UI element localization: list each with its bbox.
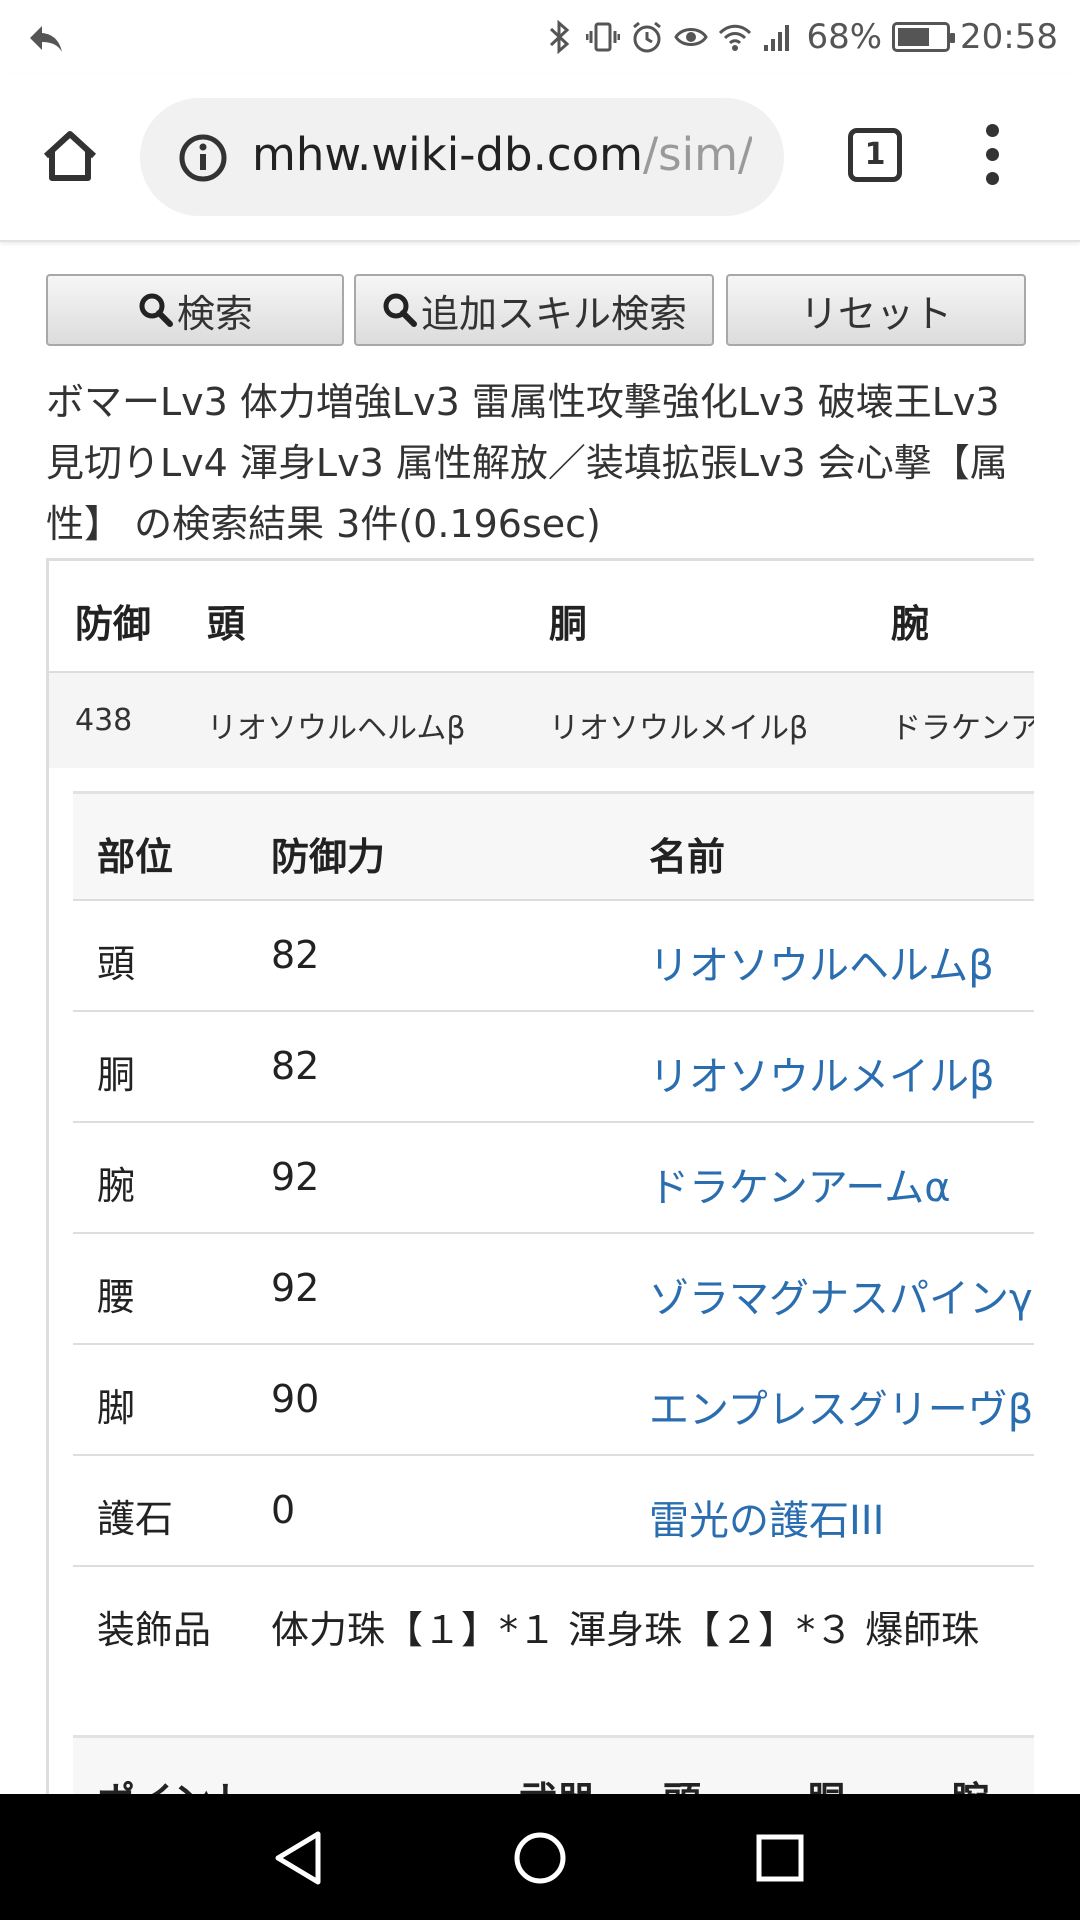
summary-body: リオソウルメイルβ [549,711,809,746]
button-row: 検索 追加スキル検索 リセット [46,274,1026,346]
defense-cell: 92 [271,1266,320,1310]
address-bar[interactable]: mhw.wiki-db.com/sim/# [140,98,784,216]
defense-cell: 0 [271,1488,296,1532]
decorations-label: 装飾品 [97,1608,212,1652]
back-arrow-icon [30,26,62,52]
nav-back-icon[interactable] [270,1830,330,1886]
armor-name-link[interactable]: ドラケンアームα [649,1155,951,1213]
armor-name-link[interactable]: ゾラマグナスパインγ [649,1266,1033,1324]
clock: 20:58 [960,17,1058,57]
battery-icon [892,22,956,52]
url-text[interactable]: mhw.wiki-db.com/sim/# [252,128,752,181]
search-icon [139,293,173,327]
part-cell: 腕 [97,1164,136,1208]
alarm-icon [633,21,662,53]
points-header-body: 胴 [807,1770,845,1794]
points-header-point: ポイント [97,1770,249,1794]
search-button[interactable]: 検索 [46,274,344,346]
defense-cell: 92 [271,1155,320,1199]
defense-cell: 82 [271,933,320,977]
table-row: 護石 0 雷光の護石III [73,1456,1034,1567]
summary-head: リオソウルヘルムβ [207,711,466,746]
armor-name-link[interactable]: リオソウルメイルβ [649,1044,995,1102]
detail-header-part: 部位 [97,835,174,879]
result-table: 防御 頭 胴 腕 438 リオソウルヘルムβ リオソウルメイルβ ドラケンア 部… [46,558,1034,1794]
part-cell: 頭 [97,942,136,986]
summary-row[interactable]: 438 リオソウルヘルムβ リオソウルメイルβ ドラケンア [49,673,1034,768]
url-path: /sim/# [642,128,752,181]
armor-name-link[interactable]: リオソウルヘルムβ [649,933,994,991]
part-cell: 胴 [97,1053,136,1097]
detail-header-row: 部位 防御力 名前 [73,791,1034,901]
decorations-value: 体力珠【１】*１ 渾身珠【２】*３ 爆師珠 [271,1608,980,1652]
home-icon[interactable] [40,126,100,186]
detail-table: 部位 防御力 名前 頭 82 リオソウルヘルムβ 胴 82 リオソウルメイルβ … [73,791,1034,1794]
part-cell: 脚 [97,1386,136,1430]
table-row: 脚 90 エンプレスグリーヴβ [73,1345,1034,1456]
charm-name-link[interactable]: 雷光の護石III [649,1488,884,1546]
summary-defense: 438 [75,703,133,738]
header-body: 胴 [549,602,588,646]
points-header-row: ポイント 武器 頭 胴 腕 [73,1735,1034,1794]
part-cell: 腰 [97,1275,136,1319]
armor-name-link[interactable]: エンプレスグリーヴβ [649,1377,1033,1435]
summary-header-row: 防御 頭 胴 腕 [49,561,1034,673]
detail-header-defense: 防御力 [271,835,386,879]
search-button-label: 検索 [176,291,253,336]
table-row: 頭 82 リオソウルヘルムβ [73,901,1034,1012]
browser-toolbar: mhw.wiki-db.com/sim/# 1 [0,74,1080,242]
defense-cell: 82 [271,1044,320,1088]
battery-percent: 68% [806,17,883,57]
nav-home-icon[interactable] [512,1830,568,1886]
vibrate-icon [586,22,621,52]
reset-button-label: リセット [799,291,952,336]
bluetooth-icon [550,19,570,55]
points-header-arms: 腕 [951,1770,989,1794]
more-menu-icon[interactable] [980,124,1004,188]
tab-switcher-button[interactable]: 1 [848,128,902,182]
points-header-weapon: 武器 [519,1770,595,1794]
add-skill-search-label: 追加スキル検索 [420,291,687,336]
eye-icon [674,28,709,46]
header-defense: 防御 [75,602,152,646]
header-arms: 腕 [891,602,930,646]
add-skill-search-button[interactable]: 追加スキル検索 [354,274,714,346]
detail-header-name: 名前 [649,835,726,879]
url-host: mhw.wiki-db.com [252,128,643,181]
defense-cell: 90 [271,1377,320,1421]
header-head: 頭 [207,602,246,646]
points-header-head: 頭 [663,1770,701,1794]
search-icon [383,293,417,327]
reset-button[interactable]: リセット [726,274,1026,346]
signal-icon [764,25,790,51]
system-nav-bar [0,1794,1080,1920]
status-bar: 68% 20:58 [0,0,1080,74]
info-icon[interactable] [178,133,228,183]
wifi-icon [719,24,752,51]
search-result-summary: ボマーLv3 体力増強Lv3 雷属性攻撃強化Lv3 破壊王Lv3 見切りLv4 … [46,380,1008,546]
page-content: 検索 追加スキル検索 リセット ボマーLv3 体力増強Lv3 雷属性攻撃強化Lv… [0,244,1080,1794]
summary-arms: ドラケンア [891,711,1034,746]
table-row: 胴 82 リオソウルメイルβ [73,1012,1034,1123]
nav-recents-icon[interactable] [754,1830,806,1886]
part-cell: 護石 [97,1497,174,1541]
decorations-row: 装飾品 体力珠【１】*１ 渾身珠【２】*３ 爆師珠 [73,1567,1034,1678]
table-row: 腰 92 ゾラマグナスパインγ [73,1234,1034,1345]
table-row: 腕 92 ドラケンアームα [73,1123,1034,1234]
